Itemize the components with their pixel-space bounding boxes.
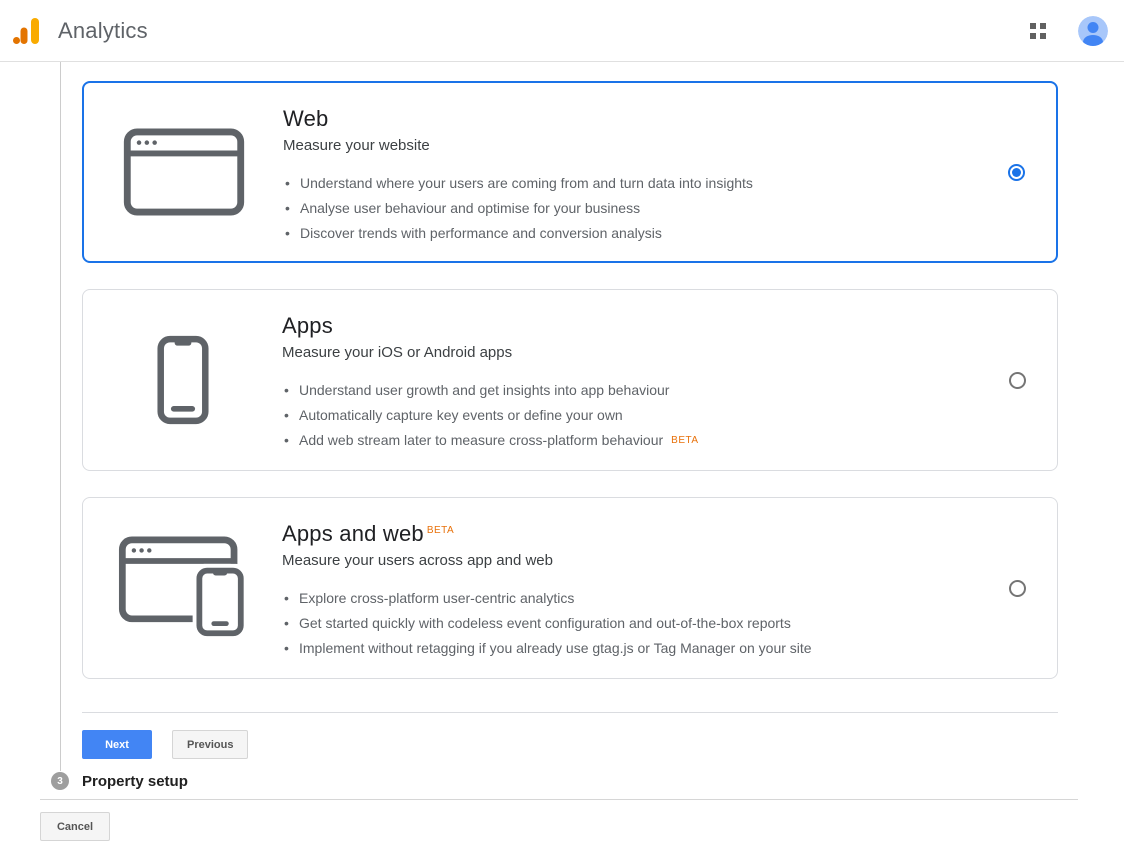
option-card-apps-and-web[interactable]: Apps and webBETA Measure your users acro… xyxy=(82,497,1058,679)
next-button[interactable]: Next xyxy=(82,730,152,759)
bullet-item: Analyse user behaviour and optimise for … xyxy=(283,196,976,221)
card-subtitle-apps: Measure your iOS or Android apps xyxy=(282,344,977,361)
beta-badge: BETA xyxy=(427,525,454,536)
stepper-step-property-setup: 3 Property setup xyxy=(51,772,1124,790)
cancel-button[interactable]: Cancel xyxy=(40,812,110,841)
card-title-web: Web xyxy=(283,106,976,132)
page-divider xyxy=(40,799,1078,800)
bullet-item: Discover trends with performance and con… xyxy=(283,221,976,246)
card-title-apps-and-web: Apps and webBETA xyxy=(282,521,977,547)
browser-phone-icon xyxy=(118,536,248,640)
radio-apps-and-web[interactable] xyxy=(1009,580,1026,597)
phone-icon xyxy=(157,335,209,425)
browser-icon xyxy=(123,128,245,216)
analytics-logo-icon xyxy=(12,15,44,47)
card-subtitle-apps-and-web: Measure your users across app and web xyxy=(282,552,977,569)
bullet-item: Get started quickly with codeless event … xyxy=(282,611,977,636)
card-title-apps: Apps xyxy=(282,313,977,339)
section-divider xyxy=(82,712,1058,713)
app-title: Analytics xyxy=(58,18,148,44)
option-card-web[interactable]: Web Measure your website Understand wher… xyxy=(82,81,1058,263)
app-header: Analytics xyxy=(0,0,1124,62)
google-apps-grid-icon[interactable] xyxy=(1030,23,1046,39)
card-subtitle-web: Measure your website xyxy=(283,137,976,154)
radio-apps[interactable] xyxy=(1009,372,1026,389)
beta-badge: BETA xyxy=(671,435,698,446)
step-label: Property setup xyxy=(82,773,188,790)
option-card-apps[interactable]: Apps Measure your iOS or Android apps Un… xyxy=(82,289,1058,471)
radio-web[interactable] xyxy=(1008,164,1025,181)
step-number-badge: 3 xyxy=(51,772,69,790)
analytics-logo xyxy=(12,15,44,47)
bullet-item: Automatically capture key events or defi… xyxy=(282,403,977,428)
card-bullets-apps-and-web: Explore cross-platform user-centric anal… xyxy=(282,586,977,661)
user-avatar[interactable] xyxy=(1078,16,1108,46)
bullet-item: Understand where your users are coming f… xyxy=(283,171,976,196)
card-bullets-apps: Understand user growth and get insights … xyxy=(282,378,977,455)
bullet-item: Understand user growth and get insights … xyxy=(282,378,977,403)
previous-button[interactable]: Previous xyxy=(172,730,248,759)
bullet-item: Explore cross-platform user-centric anal… xyxy=(282,586,977,611)
bullet-item: Implement without retagging if you alrea… xyxy=(282,636,977,661)
card-bullets-web: Understand where your users are coming f… xyxy=(283,171,976,246)
bullet-item: Add web stream later to measure cross-pl… xyxy=(282,428,977,455)
